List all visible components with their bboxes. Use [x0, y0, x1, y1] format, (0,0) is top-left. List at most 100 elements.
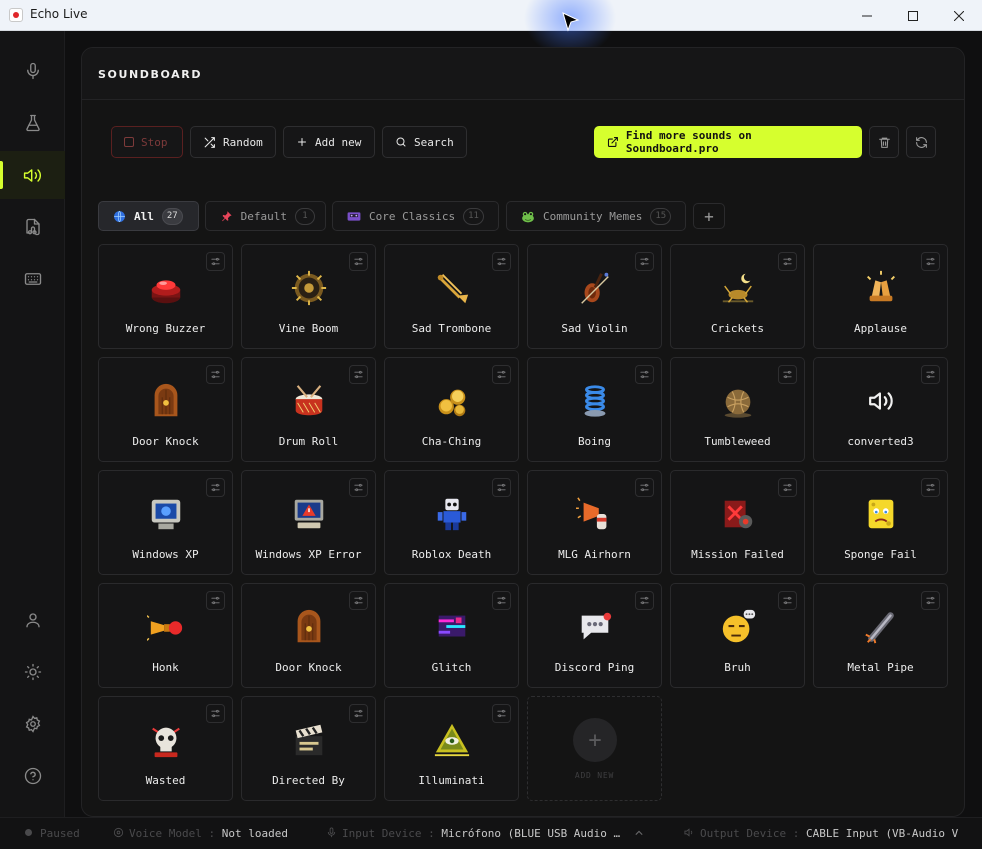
tab-community-memes[interactable]: Community Memes 15: [506, 201, 686, 231]
sound-label: Door Knock: [275, 661, 342, 674]
sound-card[interactable]: Sponge Fail: [813, 470, 948, 575]
sidebar-item-audio-files[interactable]: [0, 203, 65, 251]
sound-card[interactable]: Windows XP Error: [241, 470, 376, 575]
sound-card[interactable]: Vine Boom: [241, 244, 376, 349]
sound-card[interactable]: Wasted: [98, 696, 233, 801]
sidebar-item-settings[interactable]: [0, 700, 65, 748]
tab-core-classics[interactable]: Core Classics 11: [332, 201, 499, 231]
add-new-button[interactable]: Add new: [283, 126, 375, 158]
close-button[interactable]: [936, 0, 982, 31]
status-input-device[interactable]: Input Device : Micrófono (BLUE USB Audio…: [326, 827, 643, 840]
sound-settings-button[interactable]: [206, 591, 225, 610]
sound-settings-button[interactable]: [206, 252, 225, 271]
sound-settings-button[interactable]: [778, 252, 797, 271]
sound-card[interactable]: Applause: [813, 244, 948, 349]
sound-settings-button[interactable]: [921, 478, 940, 497]
random-button[interactable]: Random: [190, 126, 276, 158]
sound-card[interactable]: Tumbleweed: [670, 357, 805, 462]
sound-settings-button[interactable]: [635, 252, 654, 271]
sound-settings-button[interactable]: [921, 252, 940, 271]
maximize-button[interactable]: [890, 0, 936, 31]
sound-settings-button[interactable]: [492, 704, 511, 723]
sound-label: Mission Failed: [691, 548, 784, 561]
add-category-button[interactable]: +: [693, 203, 725, 229]
add-new-sound-card[interactable]: + ADD NEW: [527, 696, 662, 801]
sound-card[interactable]: Illuminati: [384, 696, 519, 801]
chevron-up-icon: [635, 830, 643, 835]
sound-settings-button[interactable]: [778, 365, 797, 384]
sound-card[interactable]: Crickets: [670, 244, 805, 349]
sound-card[interactable]: converted3: [813, 357, 948, 462]
sound-card[interactable]: Honk: [98, 583, 233, 688]
sound-card[interactable]: Door Knock: [241, 583, 376, 688]
external-link-icon: [607, 136, 618, 148]
sound-settings-button[interactable]: [921, 365, 940, 384]
sound-settings-button[interactable]: [778, 478, 797, 497]
sidebar-item-help[interactable]: [0, 752, 65, 800]
sound-settings-button[interactable]: [349, 478, 368, 497]
sound-settings-button[interactable]: [492, 591, 511, 610]
refresh-button[interactable]: [906, 126, 936, 158]
sound-settings-button[interactable]: [492, 478, 511, 497]
sound-settings-button[interactable]: [492, 365, 511, 384]
delete-button[interactable]: [869, 126, 899, 158]
tab-default[interactable]: Default 1: [205, 201, 326, 231]
sound-settings-button[interactable]: [206, 478, 225, 497]
sound-settings-button[interactable]: [778, 591, 797, 610]
sound-settings-button[interactable]: [349, 704, 368, 723]
sound-card[interactable]: Door Knock: [98, 357, 233, 462]
user-icon: [25, 613, 40, 628]
sound-label: Windows XP: [132, 548, 199, 561]
stop-button[interactable]: Stop: [111, 126, 183, 158]
sidebar-item-account[interactable]: [0, 596, 65, 644]
tab-all[interactable]: All 27: [98, 201, 199, 231]
sliders-icon: [926, 483, 935, 492]
wooden-door-icon: [288, 606, 330, 648]
sound-label: Door Knock: [132, 435, 199, 448]
sound-settings-button[interactable]: [349, 591, 368, 610]
status-output-device[interactable]: Output Device : CABLE Input (VB-Audio V: [684, 827, 958, 840]
sound-card[interactable]: MLG Airhorn: [527, 470, 662, 575]
sound-settings-button[interactable]: [206, 704, 225, 723]
find-more-sounds-button[interactable]: Find more sounds on Soundboard.pro: [594, 126, 862, 158]
skull-icon: [145, 719, 187, 761]
sound-card[interactable]: Drum Roll: [241, 357, 376, 462]
sound-card[interactable]: Discord Ping: [527, 583, 662, 688]
sound-settings-button[interactable]: [635, 365, 654, 384]
sidebar-item-keyboard[interactable]: [0, 255, 65, 303]
sound-card[interactable]: Wrong Buzzer: [98, 244, 233, 349]
sound-settings-button[interactable]: [492, 252, 511, 271]
sound-card[interactable]: Cha-Ching: [384, 357, 519, 462]
sound-settings-button[interactable]: [349, 252, 368, 271]
sidebar-item-soundboard[interactable]: [0, 151, 65, 199]
sound-card[interactable]: Roblox Death: [384, 470, 519, 575]
sound-settings-button[interactable]: [206, 365, 225, 384]
sliders-icon: [497, 257, 506, 266]
sound-settings-button[interactable]: [635, 591, 654, 610]
search-button[interactable]: Search: [382, 126, 467, 158]
sliders-icon: [211, 483, 220, 492]
sound-card[interactable]: Metal Pipe: [813, 583, 948, 688]
sound-card[interactable]: Boing: [527, 357, 662, 462]
sound-card[interactable]: Glitch: [384, 583, 519, 688]
sound-card[interactable]: Sad Trombone: [384, 244, 519, 349]
plus-icon: +: [704, 206, 714, 226]
sound-settings-button[interactable]: [635, 478, 654, 497]
sliders-icon: [783, 370, 792, 379]
sound-settings-button[interactable]: [349, 365, 368, 384]
sound-card[interactable]: Bruh: [670, 583, 805, 688]
sound-card[interactable]: Directed By: [241, 696, 376, 801]
sidebar-item-microphone[interactable]: [0, 47, 65, 95]
sliders-icon: [497, 370, 506, 379]
sliders-icon: [354, 596, 363, 605]
minimize-button[interactable]: [844, 0, 890, 31]
trash-icon: [878, 137, 890, 148]
sound-card[interactable]: Sad Violin: [527, 244, 662, 349]
sidebar-item-theme[interactable]: [0, 648, 65, 696]
sound-settings-button[interactable]: [921, 591, 940, 610]
sound-card[interactable]: Windows XP: [98, 470, 233, 575]
sidebar-item-lab[interactable]: [0, 99, 65, 147]
tab-count-badge: 27: [161, 207, 183, 225]
sound-card[interactable]: Mission Failed: [670, 470, 805, 575]
voice-model-icon: [113, 827, 124, 838]
